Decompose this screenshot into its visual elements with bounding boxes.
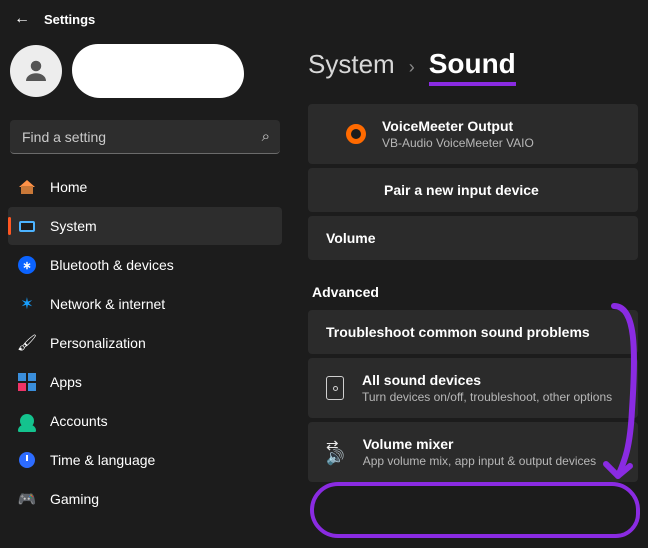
gaming-icon: 🎮 [18,490,36,508]
sidebar-item-bluetooth[interactable]: ∗ Bluetooth & devices [8,246,282,284]
breadcrumb-current: Sound [429,48,516,86]
pair-label: Pair a new input device [384,182,620,198]
system-icon [18,221,36,232]
sidebar-item-network[interactable]: ✶ Network & internet [8,285,282,323]
clock-icon [18,452,36,468]
personalization-icon: 🖌 [18,333,36,353]
search-icon: ⌕ [262,128,270,145]
apps-icon [18,373,36,391]
avatar [10,45,62,97]
chevron-right-icon: › [409,57,415,78]
sidebar-nav: Home System ∗ Bluetooth & devices ✶ Netw… [6,168,284,518]
row-pair-input-device[interactable]: Pair a new input device [308,168,638,212]
sidebar-item-personalization[interactable]: 🖌 Personalization [8,324,282,362]
row-all-sound-devices[interactable]: All sound devices Turn devices on/off, t… [308,358,638,418]
sidebar-item-apps[interactable]: Apps [8,363,282,401]
mixer-title: Volume mixer [363,436,596,452]
app-title: Settings [44,12,95,27]
sidebar: ⌕ Home System ∗ Bluetooth & devices ✶ [0,36,290,548]
main-content: System › Sound VoiceMeeter Output VB-Aud… [290,36,648,548]
wifi-icon: ✶ [18,294,36,314]
accounts-icon [18,414,36,428]
device-title: VoiceMeeter Output [382,118,534,134]
mixer-icon: ⇄🔊 [326,440,345,464]
mixer-subtitle: App volume mix, app input & output devic… [363,454,596,468]
all-devices-subtitle: Turn devices on/off, troubleshoot, other… [362,390,612,404]
sidebar-item-label: Personalization [50,335,146,351]
section-advanced: Advanced [312,284,638,300]
sidebar-item-time-language[interactable]: Time & language [8,441,282,479]
sidebar-item-label: Home [50,179,87,195]
device-ring-icon [346,124,366,144]
row-volume[interactable]: Volume [308,216,638,260]
row-volume-mixer[interactable]: ⇄🔊 Volume mixer App volume mix, app inpu… [308,422,638,482]
sidebar-item-gaming[interactable]: 🎮 Gaming [8,480,282,518]
sidebar-item-system[interactable]: System [8,207,282,245]
sidebar-item-label: System [50,218,97,234]
sidebar-item-label: Time & language [50,452,155,468]
search-input[interactable] [10,120,280,154]
all-devices-title: All sound devices [362,372,612,388]
back-icon[interactable]: ← [14,10,30,28]
sidebar-item-accounts[interactable]: Accounts [8,402,282,440]
sidebar-item-home[interactable]: Home [8,168,282,206]
home-icon [18,180,36,194]
troubleshoot-label: Troubleshoot common sound problems [326,324,620,340]
profile-block[interactable] [6,42,284,112]
sidebar-item-label: Apps [50,374,82,390]
row-voicemeeter-output[interactable]: VoiceMeeter Output VB-Audio VoiceMeeter … [308,104,638,164]
volume-label: Volume [326,230,620,246]
sidebar-item-label: Gaming [50,491,99,507]
row-troubleshoot[interactable]: Troubleshoot common sound problems [308,310,638,354]
bluetooth-icon: ∗ [18,256,36,274]
account-name-redacted [72,44,244,98]
breadcrumb-parent[interactable]: System [308,49,395,80]
sidebar-item-label: Bluetooth & devices [50,257,174,273]
breadcrumb: System › Sound [308,48,638,86]
device-subtitle: VB-Audio VoiceMeeter VAIO [382,136,534,150]
sidebar-item-label: Accounts [50,413,108,429]
sidebar-item-label: Network & internet [50,296,165,312]
speaker-icon [326,376,344,400]
